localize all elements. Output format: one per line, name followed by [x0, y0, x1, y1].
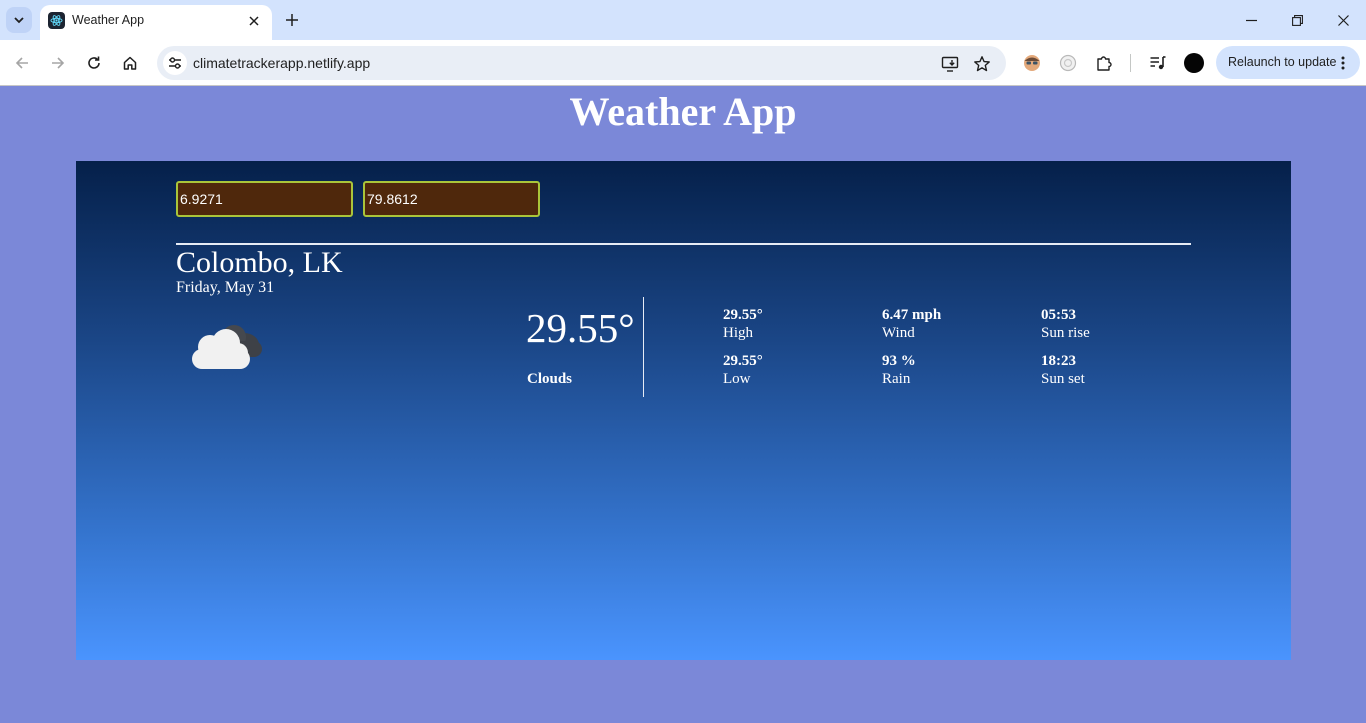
browser-toolbar: climatetrackerapp.netlify.app Relaunch t… [0, 40, 1366, 86]
install-app-button[interactable] [939, 53, 961, 75]
media-controls-button[interactable] [1146, 51, 1170, 75]
weather-condition: Clouds [527, 371, 573, 387]
minimize-button[interactable] [1229, 6, 1273, 34]
avatar-icon [1184, 53, 1204, 73]
chevron-down-icon [14, 17, 24, 24]
extension-circle[interactable] [1056, 51, 1080, 75]
star-icon [974, 56, 990, 72]
stat-sunset: 18:23 Sun set [1041, 352, 1085, 388]
puzzle-icon [1097, 56, 1112, 71]
extension-circle-icon [1059, 54, 1077, 72]
face-extension-icon [1024, 55, 1040, 71]
react-icon [48, 12, 65, 29]
url-text: climatetrackerapp.netlify.app [193, 55, 371, 71]
current-date: Friday, May 31 [176, 279, 275, 296]
toolbar-separator [1130, 54, 1131, 72]
home-button[interactable] [116, 49, 144, 77]
stat-high-value: 29.55° [723, 307, 763, 323]
stat-sunset-label: Sun set [1041, 371, 1085, 387]
cloud-icon [192, 325, 262, 369]
new-tab-button[interactable] [280, 8, 304, 32]
queue-music-icon [1150, 56, 1166, 70]
stat-wind-label: Wind [882, 325, 915, 341]
vertical-divider [643, 297, 644, 397]
install-icon [941, 56, 959, 72]
close-icon [249, 16, 259, 26]
stat-sunset-value: 18:23 [1041, 353, 1076, 369]
stat-rain-label: Rain [882, 371, 911, 387]
close-icon [1337, 14, 1349, 26]
forward-button[interactable] [44, 49, 72, 77]
home-icon [123, 56, 137, 70]
page-title: Weather App [569, 89, 797, 134]
restore-button[interactable] [1275, 6, 1319, 34]
divider [176, 243, 1191, 245]
reload-icon [88, 56, 100, 69]
longitude-input[interactable] [363, 181, 540, 217]
stat-wind: 6.47 mph Wind [882, 306, 941, 342]
restore-icon [1291, 14, 1303, 26]
relaunch-to-update-button[interactable]: Relaunch to update [1216, 46, 1360, 79]
relaunch-label: Relaunch to update [1228, 55, 1337, 69]
browser-menu-button[interactable] [1334, 52, 1352, 74]
plus-icon [286, 14, 298, 26]
close-window-button[interactable] [1321, 6, 1365, 34]
tab-title: Weather App [72, 13, 145, 27]
tab-close-button[interactable] [244, 11, 264, 31]
weather-panel: Colombo, LK Friday, May 31 29.55° Clouds… [76, 161, 1291, 660]
minimize-icon [1245, 19, 1257, 21]
stat-wind-value: 6.47 mph [882, 307, 942, 323]
site-info-button[interactable] [163, 51, 187, 75]
stat-sunrise: 05:53 Sun rise [1041, 306, 1090, 342]
stat-sunrise-label: Sun rise [1041, 325, 1090, 341]
tab-search-button[interactable] [6, 7, 32, 33]
stat-rain: 93 % Rain [882, 352, 916, 388]
profile-button[interactable] [1182, 51, 1206, 75]
reload-button[interactable] [80, 49, 108, 77]
more-vertical-icon [1341, 56, 1345, 70]
arrow-right-icon [52, 57, 65, 69]
tab-strip: Weather App [0, 0, 1366, 40]
address-bar[interactable]: climatetrackerapp.netlify.app [157, 46, 1006, 80]
tune-icon [169, 57, 181, 69]
tab-weather-app[interactable]: Weather App [40, 5, 272, 40]
extensions-button[interactable] [1092, 51, 1116, 75]
stat-low-label: Low [723, 371, 751, 387]
stat-low-value: 29.55° [723, 353, 763, 369]
back-button[interactable] [8, 49, 36, 77]
stat-high-label: High [723, 325, 753, 341]
stat-sunrise-value: 05:53 [1041, 307, 1076, 323]
location-name: Colombo, LK [176, 246, 343, 279]
latitude-input[interactable] [176, 181, 353, 217]
stat-rain-value: 93 % [882, 353, 916, 369]
stat-low: 29.55° Low [723, 352, 763, 388]
stat-high: 29.55° High [723, 306, 763, 342]
arrow-left-icon [15, 57, 28, 69]
current-temperature: 29.55° [526, 305, 635, 351]
extension-profile-face[interactable] [1020, 51, 1044, 75]
bookmark-button[interactable] [971, 53, 993, 75]
